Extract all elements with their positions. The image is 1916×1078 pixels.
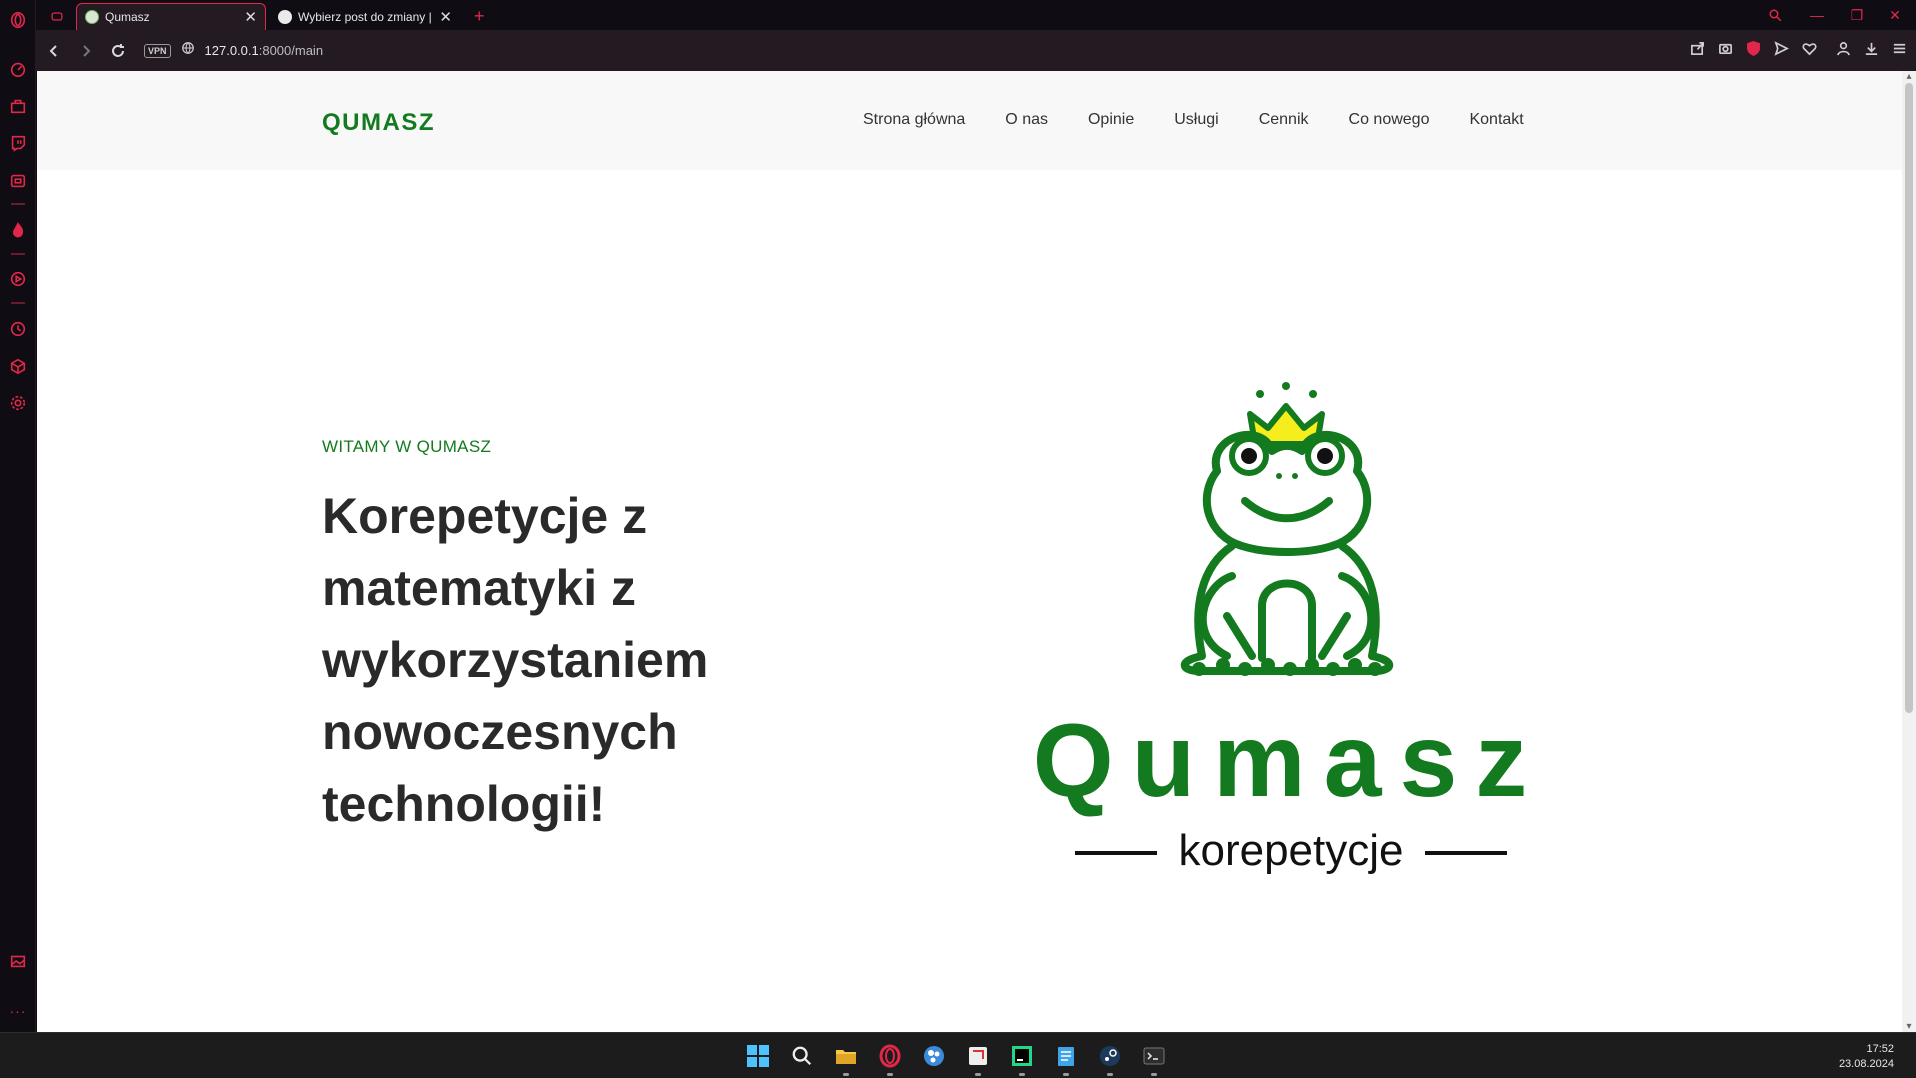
clock-date: 23.08.2024 [1838,1058,1894,1070]
gx-corner-icon[interactable] [42,3,72,30]
site-header: QUMASZ Strona główna O nas Opinie Usługi… [37,71,1902,170]
globe-favicon-icon [278,9,292,24]
extensions-cube-icon[interactable] [7,355,29,377]
frog-favicon-icon [85,10,99,24]
adblock-shield-icon[interactable] [1744,38,1762,58]
tab-admin[interactable]: Wybierz post do zmiany | / ✕ [270,3,460,30]
url-path: :8000/main [258,43,324,58]
nav-link-contact[interactable]: Kontakt [1469,111,1523,129]
easy-setup-menu-icon[interactable] [1890,38,1908,58]
snapshot-camera-icon[interactable] [1716,38,1734,58]
windows-start-icon[interactable] [744,1042,772,1070]
browser-sidebar: ··· [0,0,36,1032]
running-indicator [887,1073,893,1076]
fire-icon[interactable] [7,219,29,241]
scroll-down-arrow-icon[interactable]: ▾ [1904,1021,1914,1032]
vpn-badge[interactable]: VPN [144,43,171,58]
sidebar-separator [11,253,25,255]
opera-logo-icon[interactable] [7,9,29,31]
clock-time: 17:52 [1866,1043,1894,1055]
shopping-icon[interactable] [7,95,29,117]
notepad-icon[interactable] [1052,1042,1080,1076]
minimize-button[interactable]: — [1800,4,1834,26]
nav-link-news[interactable]: Co nowego [1349,111,1430,129]
history-icon[interactable] [7,318,29,340]
sidebar-separator [11,302,25,304]
running-indicator [1019,1073,1025,1076]
nav-link-reviews[interactable]: Opinie [1088,111,1134,129]
logo-tagline: korepetycje [1178,826,1403,875]
settings-gear-icon[interactable] [7,392,29,414]
page-viewport: QUMASZ Strona główna O nas Opinie Usługi… [37,71,1916,1032]
speed-dial-icon[interactable] [7,58,29,80]
url-field[interactable]: 127.0.0.1:8000/main [205,43,324,58]
tab-title: Qumasz [105,10,150,24]
file-explorer-icon[interactable] [832,1042,860,1076]
close-window-button[interactable]: ✕ [1878,4,1912,26]
tab-strip: Qumasz ✕ Wybierz post do zmiany | / ✕ + … [36,0,1916,30]
running-indicator [1063,1073,1069,1076]
send-icon[interactable] [1772,38,1790,58]
search-icon[interactable] [788,1042,816,1070]
close-tab-icon[interactable]: ✕ [238,8,257,26]
hero-title: Korepetycje z matematyki z wykorzystanie… [322,488,709,832]
tab-qumasz[interactable]: Qumasz ✕ [76,3,266,30]
frog-icon [1180,431,1394,675]
site-info-globe-icon[interactable] [181,41,195,60]
tab-search-icon[interactable] [1758,4,1792,26]
windows-taskbar: 17:52 23.08.2024 [0,1032,1916,1078]
pycharm-icon[interactable] [1008,1042,1036,1076]
gallery-icon[interactable] [7,950,29,972]
page-scrollbar[interactable]: ▴ ▾ [1902,71,1916,1032]
system-clock[interactable]: 17:52 23.08.2024 [1839,1042,1894,1072]
toolbar-right [1688,38,1908,58]
scroll-up-arrow-icon[interactable]: ▴ [1904,71,1914,82]
qumasz-frog-logo: Qumasz korepetycje [1033,382,1546,875]
profile-icon[interactable] [1834,38,1852,58]
running-indicator [1151,1073,1157,1076]
url-host: 127.0.0.1 [204,43,259,58]
steam-icon[interactable] [1096,1042,1124,1076]
opera-gx-taskbar-icon[interactable] [876,1042,904,1076]
terminal-icon[interactable] [1140,1042,1168,1076]
nav-link-home[interactable]: Strona główna [863,111,965,129]
new-tab-button[interactable]: + [466,3,493,30]
app-blue-circles-icon[interactable] [920,1042,948,1070]
twitch-icon[interactable] [7,132,29,154]
running-indicator [975,1073,981,1076]
more-icon[interactable]: ··· [7,1000,29,1022]
close-tab-icon[interactable]: ✕ [433,8,452,26]
player-icon[interactable] [7,268,29,290]
snipping-tool-icon[interactable] [964,1042,992,1076]
site-brand-logo[interactable]: QUMASZ [322,109,435,137]
forward-button[interactable] [70,36,102,66]
wallet-icon[interactable] [7,170,29,192]
share-icon[interactable] [1688,38,1706,58]
restore-button[interactable]: ❐ [1840,4,1874,26]
download-icon[interactable] [1862,38,1880,58]
tab-title: Wybierz post do zmiany | / [298,9,434,24]
hero-kicker: WITAMY W QUMASZ [322,437,492,456]
running-indicator [1107,1073,1113,1076]
reload-button[interactable] [102,36,134,66]
nav-link-pricing[interactable]: Cennik [1259,111,1309,129]
nav-link-services[interactable]: Usługi [1174,111,1218,129]
logo-wordmark: Qumasz [1033,703,1546,819]
scrollbar-thumb[interactable] [1905,83,1913,713]
back-button[interactable] [38,36,70,66]
sidebar-separator [11,203,25,205]
address-bar: VPN 127.0.0.1:8000/main [36,30,1916,71]
nav-link-about[interactable]: O nas [1005,111,1048,129]
running-indicator [843,1073,849,1076]
bookmark-heart-icon[interactable] [1800,38,1818,58]
main-nav: Strona główna O nas Opinie Usługi Cennik… [863,111,1564,129]
